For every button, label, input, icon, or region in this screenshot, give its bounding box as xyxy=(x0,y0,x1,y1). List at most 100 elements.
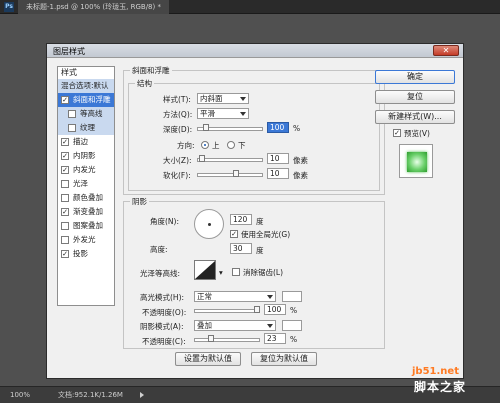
style-item-drop-shadow[interactable]: ✓ 投影 xyxy=(58,247,114,261)
antialias-checkbox[interactable] xyxy=(232,268,240,276)
soften-label: 软化(F): xyxy=(163,171,191,180)
style-item-inner-glow[interactable]: ✓ 内发光 xyxy=(58,163,114,177)
style-item-gradient-overlay[interactable]: ✓ 渐变叠加 xyxy=(58,205,114,219)
preview-swatch xyxy=(407,152,427,172)
style-item-label: 内发光 xyxy=(73,165,96,174)
global-light-label: 使用全局光(G) xyxy=(241,230,291,239)
structure-title: 结构 xyxy=(135,78,154,89)
angle-label: 角度(N): xyxy=(150,217,179,226)
direction-up-radio[interactable] xyxy=(201,141,209,149)
style-select-value: 内斜面 xyxy=(200,94,223,103)
dropdown-arrow-icon xyxy=(240,97,246,101)
size-slider-thumb[interactable] xyxy=(199,155,205,162)
style-item-bevel-emboss[interactable]: ✓ 斜面和浮雕 xyxy=(58,93,114,107)
gloss-contour-label: 光泽等高线: xyxy=(140,269,181,278)
style-item-texture[interactable]: 纹理 xyxy=(58,121,114,135)
shadow-mode-value: 叠加 xyxy=(197,321,212,330)
direction-down-label: 下 xyxy=(238,141,246,150)
style-item-satin[interactable]: 光泽 xyxy=(58,177,114,191)
blend-options-item[interactable]: 混合选项:默认 xyxy=(58,79,114,93)
size-input[interactable]: 10 xyxy=(267,153,289,164)
style-label: 样式(T): xyxy=(163,95,191,104)
style-item-label: 颜色叠加 xyxy=(73,193,103,202)
document-tab[interactable]: 未标题-1.psd @ 100% (玲珑玉, RGB/8) * xyxy=(18,0,169,14)
depth-input[interactable]: 100 xyxy=(267,122,289,133)
style-item-outer-glow[interactable]: 外发光 xyxy=(58,233,114,247)
style-item-color-overlay[interactable]: 颜色叠加 xyxy=(58,191,114,205)
ok-button[interactable]: 确定 xyxy=(375,70,455,84)
checkbox-icon[interactable] xyxy=(68,110,76,118)
size-slider[interactable] xyxy=(197,158,263,162)
dialog-titlebar: 图层样式 ✕ xyxy=(47,44,463,58)
checkbox-icon[interactable] xyxy=(68,124,76,132)
shading-title: 阴影 xyxy=(130,196,149,207)
checkbox-icon[interactable] xyxy=(61,236,69,244)
angle-unit: 度 xyxy=(256,217,264,226)
highlight-opacity-thumb[interactable] xyxy=(254,306,260,313)
layer-style-dialog: 图层样式 ✕ 样式 混合选项:默认 ✓ 斜面和浮雕 等高线 纹理 ✓ 描边 ✓ … xyxy=(46,43,464,379)
checkbox-icon[interactable] xyxy=(61,222,69,230)
structure-group: 结构 样式(T): 内斜面 方法(Q): 平滑 深度(D): 100 % 方向:… xyxy=(128,78,380,191)
dropdown-arrow-icon xyxy=(267,295,273,299)
reset-default-button[interactable]: 复位为默认值 xyxy=(251,352,317,366)
styles-header[interactable]: 样式 xyxy=(58,67,114,79)
checkbox-icon[interactable]: ✓ xyxy=(61,208,69,216)
checkbox-icon[interactable]: ✓ xyxy=(61,250,69,258)
technique-label: 方法(Q): xyxy=(163,110,193,119)
direction-label: 方向: xyxy=(177,141,195,150)
new-style-button[interactable]: 新建样式(W)... xyxy=(375,110,455,124)
shadow-color-swatch[interactable] xyxy=(282,320,302,331)
style-item-label: 光泽 xyxy=(73,179,88,188)
checkbox-icon[interactable]: ✓ xyxy=(61,166,69,174)
altitude-unit: 度 xyxy=(256,246,264,255)
checkbox-icon[interactable]: ✓ xyxy=(61,138,69,146)
depth-slider-thumb[interactable] xyxy=(203,124,209,131)
checkbox-icon[interactable] xyxy=(61,194,69,202)
style-item-pattern-overlay[interactable]: 图案叠加 xyxy=(58,219,114,233)
style-item-inner-shadow[interactable]: ✓ 内阴影 xyxy=(58,149,114,163)
highlight-mode-value: 正常 xyxy=(197,292,212,301)
status-menu-arrow-icon[interactable] xyxy=(140,392,144,398)
shadow-opacity-thumb[interactable] xyxy=(208,335,214,342)
highlight-color-swatch[interactable] xyxy=(282,291,302,302)
style-item-label: 等高线 xyxy=(80,109,103,118)
angle-dial[interactable] xyxy=(194,209,224,239)
soften-unit: 像素 xyxy=(293,171,308,180)
shadow-opacity-unit: % xyxy=(290,335,298,344)
direction-down-radio[interactable] xyxy=(227,141,235,149)
altitude-label: 高度: xyxy=(150,245,168,254)
status-zoom[interactable]: 100% xyxy=(10,387,30,403)
highlight-mode-select[interactable]: 正常 xyxy=(194,291,276,302)
close-button[interactable]: ✕ xyxy=(433,45,459,56)
altitude-input[interactable]: 30 xyxy=(230,243,252,254)
highlight-opacity-slider[interactable] xyxy=(194,309,260,313)
reset-button[interactable]: 复位 xyxy=(375,90,455,104)
style-item-stroke[interactable]: ✓ 描边 xyxy=(58,135,114,149)
style-item-label: 投影 xyxy=(73,249,88,258)
global-light-checkbox[interactable]: ✓ xyxy=(230,230,238,238)
styles-list: 样式 混合选项:默认 ✓ 斜面和浮雕 等高线 纹理 ✓ 描边 ✓ 内阴影 ✓ 内… xyxy=(57,66,115,306)
highlight-opacity-input[interactable]: 100 xyxy=(264,304,286,315)
ps-top-bar: Ps 未标题-1.psd @ 100% (玲珑玉, RGB/8) * xyxy=(0,0,500,14)
gloss-contour-picker[interactable] xyxy=(194,260,216,280)
shadow-opacity-slider[interactable] xyxy=(194,338,260,342)
preview-checkbox[interactable]: ✓ xyxy=(393,129,401,137)
checkbox-icon[interactable]: ✓ xyxy=(61,152,69,160)
technique-select[interactable]: 平滑 xyxy=(197,108,249,119)
checkbox-icon[interactable] xyxy=(61,180,69,188)
set-default-button[interactable]: 设置为默认值 xyxy=(175,352,241,366)
style-item-label: 外发光 xyxy=(73,235,96,244)
soften-slider-thumb[interactable] xyxy=(233,170,239,177)
angle-input[interactable]: 120 xyxy=(230,214,252,225)
style-item-label: 内阴影 xyxy=(73,151,96,160)
checkbox-icon[interactable]: ✓ xyxy=(61,96,69,104)
soften-slider[interactable] xyxy=(197,173,263,177)
contour-dropdown-icon[interactable]: ▾ xyxy=(219,268,223,277)
shadow-mode-select[interactable]: 叠加 xyxy=(194,320,276,331)
style-select[interactable]: 内斜面 xyxy=(197,93,249,104)
soften-input[interactable]: 10 xyxy=(267,168,289,179)
shadow-opacity-input[interactable]: 23 xyxy=(264,333,286,344)
dropdown-arrow-icon xyxy=(240,112,246,116)
style-item-contour[interactable]: 等高线 xyxy=(58,107,114,121)
shadow-opacity-label: 不透明度(C): xyxy=(142,337,186,346)
